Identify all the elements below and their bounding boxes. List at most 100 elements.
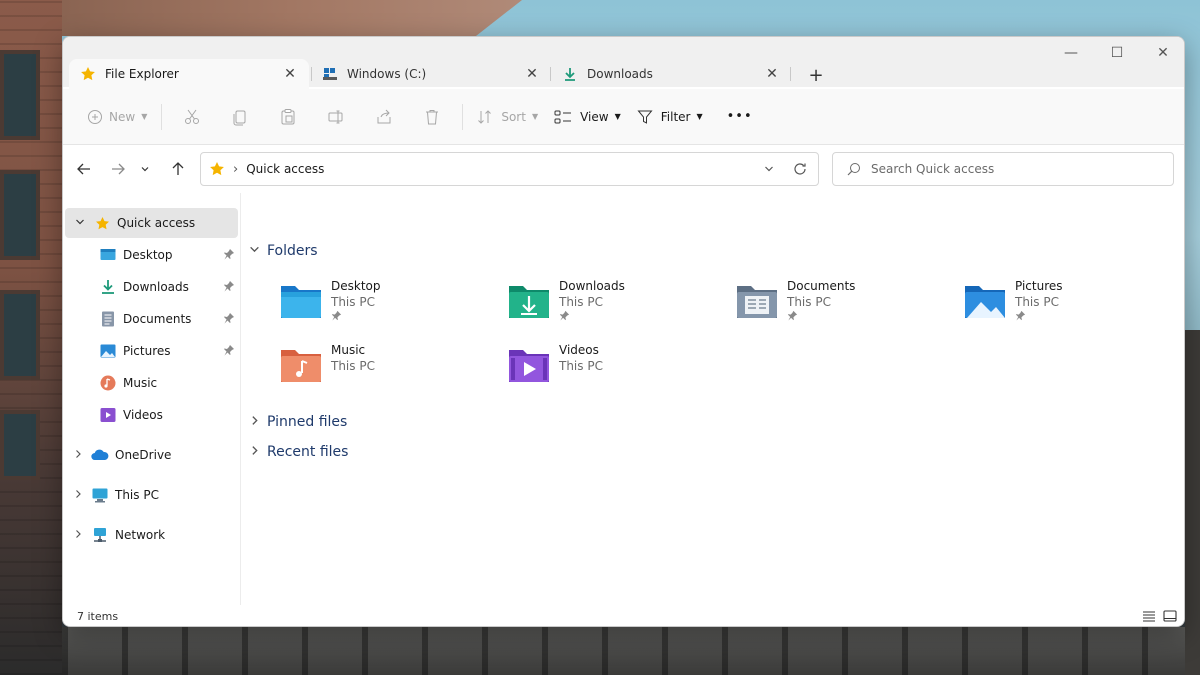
folder-desktop[interactable]: Desktop This PC <box>279 278 499 330</box>
section-title: Recent files <box>267 444 349 460</box>
title-bar: File Explorer ✕ Windows (C:) ✕ Downloads… <box>63 37 1184 89</box>
sidebar-item-music[interactable]: Music <box>63 368 239 398</box>
tiles-view-button[interactable] <box>1161 608 1179 624</box>
filter-button[interactable]: Filter ▼ <box>629 101 711 133</box>
background-building-bottom <box>62 627 1200 675</box>
sidebar-item-label: This PC <box>115 488 159 502</box>
documents-folder-icon <box>737 286 777 318</box>
scissors-icon <box>185 109 200 124</box>
filter-label: Filter <box>660 109 691 124</box>
plus-circle-icon <box>87 109 103 125</box>
tiles-view-icon <box>1163 610 1177 622</box>
folder-documents[interactable]: Documents This PC <box>735 278 955 330</box>
pin-icon <box>223 312 235 327</box>
folders-section-header[interactable]: Folders <box>249 243 318 259</box>
sidebar-item-label: Desktop <box>123 248 173 262</box>
tab-downloads[interactable]: Downloads ✕ <box>551 59 791 89</box>
background-window <box>0 290 40 380</box>
pinned-files-section-header[interactable]: Pinned files <box>249 414 347 430</box>
search-box[interactable]: Search Quick access <box>832 152 1174 186</box>
sidebar-item-label: Downloads <box>123 280 189 294</box>
new-tab-button[interactable]: + <box>805 64 827 86</box>
drive-icon <box>321 65 339 83</box>
address-history-button[interactable] <box>756 164 782 174</box>
sidebar-item-this-pc[interactable]: This PC <box>63 480 239 510</box>
sidebar-item-label: Network <box>115 528 166 542</box>
sidebar-item-network[interactable]: Network <box>63 520 239 550</box>
search-placeholder: Search Quick access <box>871 162 995 176</box>
recent-files-section-header[interactable]: Recent files <box>249 444 348 460</box>
chevron-right-icon[interactable] <box>71 489 85 502</box>
folder-location: This PC <box>331 359 375 373</box>
close-icon[interactable]: ✕ <box>763 65 781 83</box>
chevron-right-icon[interactable] <box>71 529 85 542</box>
copy-icon <box>233 110 246 125</box>
close-icon[interactable]: ✕ <box>523 65 541 83</box>
folder-videos[interactable]: Videos This PC <box>507 342 727 394</box>
tab-windows-c[interactable]: Windows (C:) ✕ <box>311 59 551 89</box>
music-icon <box>99 374 117 392</box>
close-window-button[interactable]: ✕ <box>1140 41 1184 65</box>
more-options-button[interactable]: ••• <box>719 101 761 133</box>
downloads-folder-icon <box>509 286 549 318</box>
delete-button[interactable] <box>416 101 448 133</box>
forward-button[interactable] <box>104 157 132 181</box>
chevron-down-icon[interactable] <box>73 217 87 230</box>
pin-icon <box>1015 310 1063 324</box>
star-icon <box>93 214 111 232</box>
folder-location: This PC <box>331 295 375 309</box>
rename-button[interactable] <box>320 101 352 133</box>
documents-icon <box>99 310 117 328</box>
close-icon[interactable]: ✕ <box>281 65 299 83</box>
pin-icon <box>787 310 855 324</box>
item-count: 7 items <box>77 609 119 623</box>
folder-pictures[interactable]: Pictures This PC <box>963 278 1183 330</box>
folder-downloads[interactable]: Downloads This PC <box>507 278 727 330</box>
background-building <box>0 0 62 675</box>
folder-location: This PC <box>787 295 831 309</box>
cut-button[interactable] <box>176 101 208 133</box>
network-icon <box>91 526 109 544</box>
folder-music[interactable]: Music This PC <box>279 342 499 394</box>
address-bar[interactable]: › Quick access <box>200 152 819 186</box>
background-window <box>0 170 40 260</box>
back-button[interactable] <box>70 157 98 181</box>
navigation-pane: Quick access Desktop Downloads Documents… <box>63 193 241 605</box>
copy-button[interactable] <box>224 101 256 133</box>
download-icon <box>561 65 579 83</box>
background-window <box>0 410 40 480</box>
breadcrumb-quick-access[interactable]: Quick access <box>246 162 756 176</box>
pin-icon <box>223 344 235 359</box>
more-icon: ••• <box>726 109 753 124</box>
new-button[interactable]: New ▼ <box>79 101 155 133</box>
download-icon <box>99 278 117 296</box>
sidebar-item-quick-access[interactable]: Quick access <box>65 208 238 238</box>
view-button[interactable]: View ▼ <box>546 101 629 133</box>
sort-button[interactable]: Sort ▼ <box>469 101 546 133</box>
sidebar-item-downloads[interactable]: Downloads <box>63 272 239 302</box>
chevron-right-icon[interactable] <box>71 449 85 462</box>
sidebar-item-label: Videos <box>123 408 163 422</box>
sort-icon <box>477 109 493 125</box>
chevron-down-icon <box>141 167 149 172</box>
share-button[interactable] <box>368 101 400 133</box>
arrow-up-icon <box>172 162 184 175</box>
sidebar-item-videos[interactable]: Videos <box>63 400 239 430</box>
sidebar-item-desktop[interactable]: Desktop <box>63 240 239 270</box>
sidebar-item-documents[interactable]: Documents <box>63 304 239 334</box>
paste-button[interactable] <box>272 101 304 133</box>
up-button[interactable] <box>164 157 192 181</box>
sidebar-item-onedrive[interactable]: OneDrive <box>63 440 239 470</box>
computer-icon <box>91 486 109 504</box>
recent-locations-button[interactable] <box>135 157 155 181</box>
chevron-down-icon: ▼ <box>696 112 703 121</box>
tab-file-explorer[interactable]: File Explorer ✕ <box>69 59 309 89</box>
maximize-button[interactable]: ☐ <box>1094 41 1140 65</box>
trash-icon <box>426 109 439 124</box>
minimize-button[interactable]: — <box>1048 41 1094 65</box>
details-view-button[interactable] <box>1140 608 1158 624</box>
sidebar-item-pictures[interactable]: Pictures <box>63 336 239 366</box>
refresh-button[interactable] <box>782 153 818 185</box>
share-icon <box>377 109 391 123</box>
command-bar: New ▼ Sort ▼ View ▼ Filter ▼ ••• <box>63 89 1184 145</box>
